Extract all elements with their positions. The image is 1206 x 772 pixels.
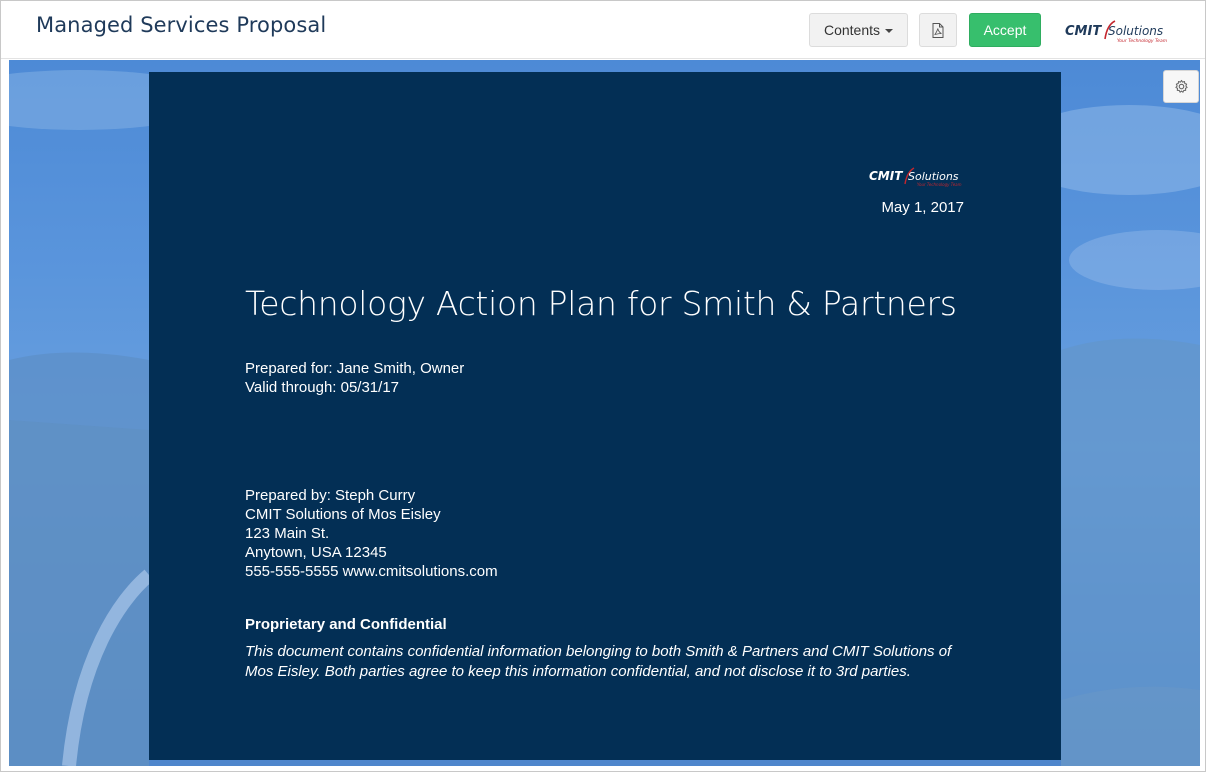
- prepared-by-line: Prepared by: Steph Curry: [245, 487, 416, 504]
- proposal-viewport[interactable]: CMIT Solutions Your Technology Team May …: [9, 60, 1200, 766]
- confidential-line: This document contains confidential info…: [245, 643, 952, 660]
- confidential-notice: This document contains confidential info…: [245, 642, 985, 682]
- caret-down-icon: [885, 29, 894, 33]
- page-title: Managed Services Proposal: [36, 13, 327, 37]
- prepared-by-block: Prepared by: Steph Curry CMIT Solutions …: [245, 486, 498, 581]
- valid-through-line: Valid through: 05/31/17: [245, 379, 400, 396]
- gear-icon: [1174, 79, 1188, 93]
- cover-logo-tagline: Your Technology Team: [917, 182, 962, 187]
- brand-name-sub: Solutions: [1108, 24, 1163, 38]
- cover-cmit-logo: CMIT Solutions Your Technology Team: [869, 167, 962, 187]
- cmit-solutions-logo: CMIT Solutions Your Technology Team: [1065, 20, 1168, 44]
- confidential-heading: Proprietary and Confidential: [245, 616, 447, 633]
- accept-button[interactable]: Accept: [969, 13, 1041, 47]
- pdf-file-icon: [932, 22, 944, 38]
- contents-dropdown-button[interactable]: Contents: [809, 13, 908, 47]
- prepared-for-line: Prepared for: Jane Smith, Owner: [245, 360, 465, 377]
- brand-name-main: CMIT: [1065, 24, 1102, 39]
- contents-label: Contents: [823, 22, 881, 38]
- settings-button[interactable]: [1163, 70, 1199, 103]
- prepared-for-block: Prepared for: Jane Smith, Owner Valid th…: [245, 359, 464, 397]
- city-line: Anytown, USA 12345: [245, 544, 387, 561]
- proposal-date: May 1, 2017: [881, 199, 964, 216]
- company-line: CMIT Solutions of Mos Eisley: [245, 506, 441, 523]
- proposal-cover-page: CMIT Solutions Your Technology Team May …: [149, 72, 1061, 760]
- proposal-title: Technology Action Plan for Smith & Partn…: [245, 284, 957, 323]
- confidential-line: Mos Eisley. Both parties agree to keep t…: [245, 663, 911, 680]
- cover-logo-main: CMIT: [869, 169, 903, 183]
- header-bar: Managed Services Proposal Contents Accep…: [1, 1, 1205, 59]
- app-window: Managed Services Proposal Contents Accep…: [0, 0, 1206, 772]
- download-pdf-button[interactable]: [919, 13, 957, 47]
- address-line: 123 Main St.: [245, 525, 330, 542]
- brand-tagline: Your Technology Team: [1117, 38, 1168, 44]
- contact-line: 555-555-5555 www.cmitsolutions.com: [245, 563, 498, 580]
